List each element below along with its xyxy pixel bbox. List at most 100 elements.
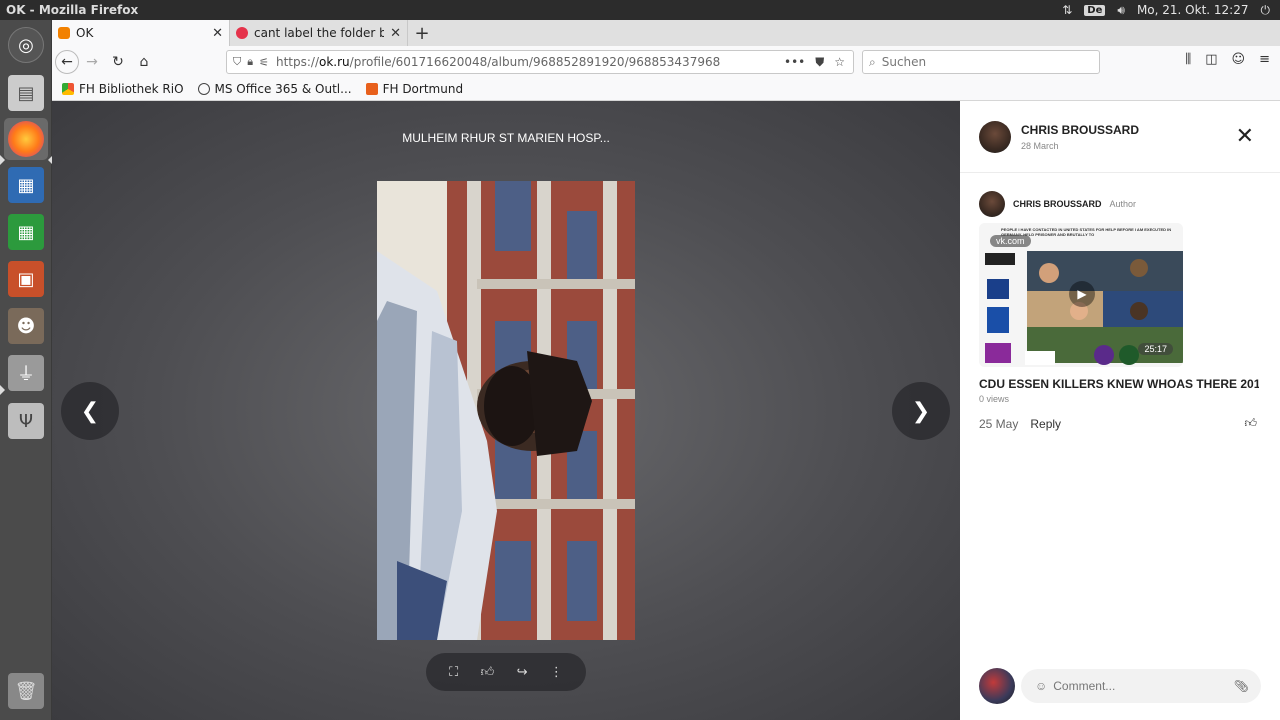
running-app-marker	[0, 385, 5, 395]
close-tab-icon[interactable]: ✕	[212, 26, 223, 41]
current-user-avatar[interactable]	[979, 668, 1015, 704]
url-text: https://ok.ru/profile/601716620048/album…	[275, 55, 721, 69]
post-date: 25 May	[979, 416, 1019, 431]
search-placeholder: Suchen	[881, 55, 927, 69]
new-tab-button[interactable]: +	[408, 20, 436, 46]
permissions-icon[interactable]: ⚟	[256, 56, 272, 69]
shield-icon[interactable]: ⛉	[227, 55, 244, 69]
video-favicon-icon	[236, 27, 248, 39]
usb-storage-icon: Ψ	[8, 403, 44, 439]
video-title[interactable]: CDU ESSEN KILLERS KNEW WHOAS THERE 201..…	[979, 377, 1259, 391]
library-icon[interactable]: ⫼	[1185, 52, 1191, 67]
launcher-trash[interactable]: 🗑︎	[4, 670, 48, 712]
page-actions-icon[interactable]: •••	[784, 55, 805, 70]
more-options-icon[interactable]: ⋮	[550, 665, 563, 680]
gimp-icon: ☻	[8, 308, 44, 344]
launcher-firefox[interactable]	[4, 118, 48, 160]
bibliothek-favicon-icon	[62, 83, 74, 95]
back-button[interactable]: ←	[55, 50, 79, 74]
photo-controls: ⛶ 👍︎ ↪ ⋮	[426, 653, 586, 691]
search-icon: ⌕	[869, 54, 876, 69]
video-thumbnail[interactable]: PEOPLE I HAVE CONTACTED IN UNITED STATES…	[979, 223, 1183, 367]
home-button[interactable]: ⌂	[131, 49, 157, 75]
launcher-usb[interactable]: ⏚	[4, 352, 48, 394]
reply-button[interactable]: Reply	[1030, 417, 1061, 431]
firefox-icon	[8, 121, 44, 157]
bookmark-fh-bibliothek[interactable]: FH Bibliothek RiO	[62, 82, 184, 96]
file-cabinet-icon: ▤	[8, 75, 44, 111]
owner-avatar[interactable]	[979, 120, 1011, 153]
close-tab-icon[interactable]: ✕	[390, 26, 401, 41]
globe-icon	[197, 83, 210, 95]
launcher-gimp[interactable]: ☻	[4, 305, 48, 347]
author-role: Author	[1109, 199, 1137, 209]
launcher-drive[interactable]: Ψ	[4, 400, 48, 442]
panel-header: CHRIS BROUSSARD 28 March ✕	[960, 101, 1280, 173]
running-app-marker	[0, 155, 5, 165]
previous-photo-button[interactable]: ❮	[61, 382, 119, 440]
calc-icon: ▦	[8, 214, 44, 250]
like-comment-icon[interactable]: 👍︎	[1244, 416, 1257, 431]
info-panel: CHRIS BROUSSARD 28 March ✕ CHRIS BROUSSA…	[960, 101, 1280, 720]
impress-icon: ▣	[8, 261, 44, 297]
attach-icon[interactable]: 📎︎	[1234, 679, 1249, 693]
tab-ok[interactable]: OK ✕	[52, 20, 230, 46]
bookmark-star-icon[interactable]: ☆	[834, 55, 845, 70]
navigation-bar: ← → ↻ ⌂ ⛉ 🔒︎ ⚟ https://ok.ru/profile/601…	[52, 46, 1280, 78]
forward-button[interactable]: →	[79, 49, 105, 75]
play-icon[interactable]: ▶	[1069, 281, 1095, 307]
window-title: OK - Mozilla Firefox	[6, 3, 139, 17]
sidebar-icon[interactable]: ◫	[1205, 52, 1217, 67]
emoji-icon[interactable]: ☺	[1035, 679, 1047, 693]
writer-icon: ▦	[8, 167, 44, 203]
bookmark-ms-office[interactable]: MS Office 365 & Outl...	[197, 82, 352, 96]
fullscreen-icon[interactable]: ⛶	[449, 665, 458, 680]
video-source-badge: vk.com	[990, 235, 1031, 247]
comment-input[interactable]: ☺ Comment... 📎︎	[1021, 669, 1261, 703]
bookmark-label: MS Office 365 & Outl...	[214, 82, 352, 96]
reload-button[interactable]: ↻	[105, 49, 131, 75]
power-icon[interactable]: ⏻	[1261, 3, 1271, 18]
pocket-icon[interactable]: ⛊	[815, 55, 824, 70]
view-count: 0 views	[979, 394, 1010, 404]
share-icon[interactable]: ↪	[517, 665, 528, 680]
tab-label: OK	[76, 26, 94, 40]
launcher-files[interactable]: ▤	[4, 72, 48, 114]
launcher-writer[interactable]: ▦	[4, 164, 48, 206]
album-title: MULHEIM RHUR ST MARIEN HOSP...	[402, 131, 610, 145]
clock[interactable]: Mo, 21. Okt. 12:27	[1137, 3, 1249, 17]
bookmarks-toolbar: FH Bibliothek RiO MS Office 365 & Outl..…	[52, 78, 1280, 101]
keyboard-layout-indicator[interactable]: De	[1084, 4, 1106, 16]
bookmark-label: FH Dortmund	[382, 82, 464, 96]
launcher-dash[interactable]: ◎	[4, 24, 48, 66]
ubuntu-logo-icon: ◎	[8, 27, 44, 63]
like-icon[interactable]: 👍︎	[481, 665, 495, 680]
lock-icon[interactable]: 🔒︎	[244, 55, 256, 69]
menu-icon[interactable]: ≡	[1259, 52, 1270, 67]
author-name[interactable]: CHRIS BROUSSARD	[1013, 199, 1102, 209]
trash-icon: 🗑︎	[8, 673, 44, 709]
fh-dortmund-favicon-icon	[365, 83, 378, 95]
chevron-right-icon: ❯	[911, 398, 931, 424]
owner-name[interactable]: CHRIS BROUSSARD	[1021, 123, 1139, 137]
bookmark-fh-dortmund[interactable]: FH Dortmund	[365, 82, 464, 96]
close-panel-icon[interactable]: ✕	[1236, 123, 1254, 149]
volume-icon[interactable]: 🔊︎	[1117, 3, 1125, 18]
comment-placeholder: Comment...	[1053, 679, 1116, 693]
network-icon[interactable]: ⇅	[1062, 3, 1072, 17]
comment-post: CHRIS BROUSSARD Author PEOPLE I HAVE CON…	[960, 173, 1280, 431]
launcher: ◎ ▤ ▦ ▦ ▣ ☻ ⏚ Ψ 🗑︎	[0, 20, 53, 720]
chevron-left-icon: ❮	[80, 398, 100, 424]
account-icon[interactable]: ☺	[1232, 52, 1246, 67]
photo-viewer: MULHEIM RHUR ST MARIEN HOSP... ❮ ❯ ⛶ 👍︎ …	[52, 101, 960, 720]
url-bar[interactable]: ⛉ 🔒︎ ⚟ https://ok.ru/profile/60171662004…	[226, 50, 854, 74]
launcher-impress[interactable]: ▣	[4, 258, 48, 300]
photo[interactable]	[377, 181, 635, 640]
search-box[interactable]: ⌕ Suchen	[862, 50, 1100, 74]
tab-folder[interactable]: cant label the folder bec ✕	[230, 20, 408, 46]
launcher-calc[interactable]: ▦	[4, 211, 48, 253]
bookmark-label: FH Bibliothek RiO	[79, 82, 184, 96]
author-avatar[interactable]	[979, 191, 1005, 217]
tab-strip: OK ✕ cant label the folder bec ✕ +	[52, 20, 1280, 46]
next-photo-button[interactable]: ❯	[892, 382, 950, 440]
